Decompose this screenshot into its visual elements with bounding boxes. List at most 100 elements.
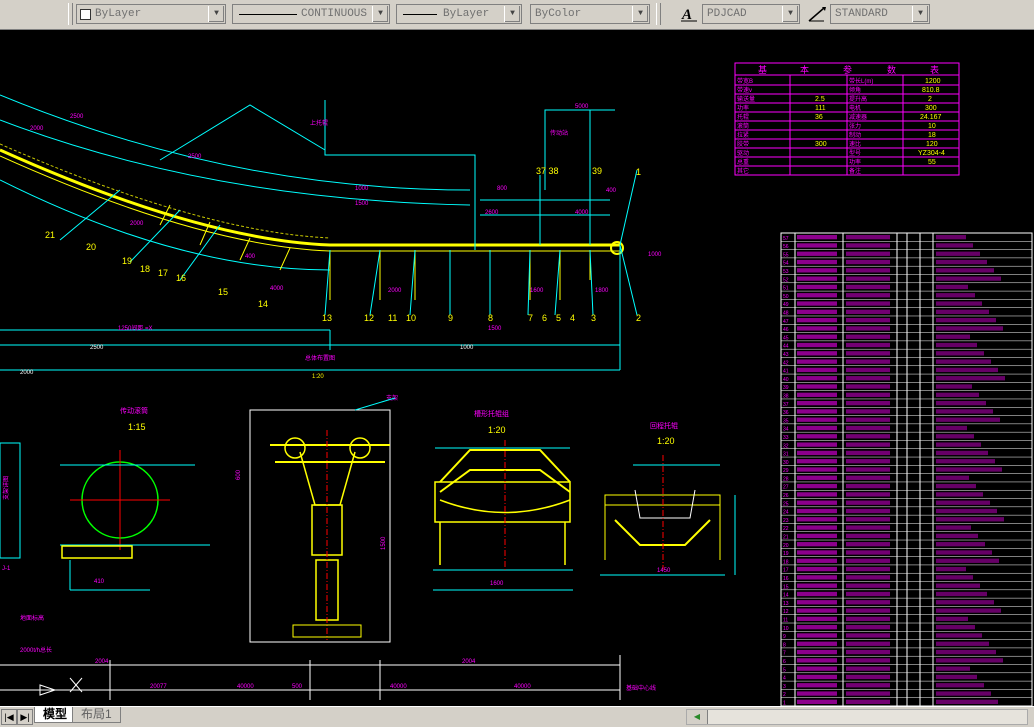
parts-row-name bbox=[846, 276, 890, 281]
parts-row-remark bbox=[936, 342, 977, 348]
parts-row-name bbox=[846, 674, 890, 680]
parts-row-name bbox=[846, 268, 890, 273]
parts-row-code bbox=[797, 284, 837, 290]
parts-row-number: 3 bbox=[783, 684, 786, 690]
parts-row-name bbox=[846, 575, 890, 580]
dim-style-icon[interactable] bbox=[806, 4, 828, 24]
parts-row-number: 12 bbox=[783, 609, 789, 615]
svg-text:1:15: 1:15 bbox=[128, 422, 146, 432]
parts-row-remark bbox=[936, 293, 975, 298]
parts-row-name bbox=[846, 409, 890, 414]
chevron-down-icon[interactable]: ▼ bbox=[782, 6, 798, 22]
svg-text:1200: 1200 bbox=[925, 78, 941, 85]
parts-row-number: 5 bbox=[783, 667, 786, 673]
parts-row-name bbox=[846, 351, 890, 356]
prev-tab-button[interactable]: ▶| bbox=[17, 709, 33, 725]
parts-row-remark bbox=[936, 434, 974, 439]
svg-text:2004: 2004 bbox=[462, 659, 476, 665]
tab-model[interactable]: 模型 bbox=[34, 707, 77, 723]
dim-style-combo[interactable]: STANDARD ▼ bbox=[830, 4, 930, 24]
parts-row-code bbox=[797, 691, 837, 696]
drive-detail: 支架 1500 600 bbox=[236, 394, 398, 643]
parts-row-remark bbox=[936, 492, 983, 497]
svg-text:4000: 4000 bbox=[270, 286, 284, 292]
svg-text:提升高: 提升高 bbox=[849, 95, 867, 103]
parts-row-name bbox=[846, 392, 890, 397]
profile-guides bbox=[0, 94, 621, 371]
svg-text:传动站: 传动站 bbox=[550, 129, 568, 137]
parts-row-code bbox=[797, 492, 837, 497]
parts-row-name bbox=[846, 492, 890, 497]
parts-row-name bbox=[846, 459, 890, 464]
parts-row-code bbox=[797, 317, 837, 323]
parts-row-name bbox=[846, 400, 890, 406]
parts-row-remark bbox=[936, 558, 999, 563]
svg-text:4: 4 bbox=[570, 313, 575, 323]
parts-row-number: 10 bbox=[783, 626, 789, 632]
parts-row-code bbox=[797, 649, 837, 655]
parts-row-remark bbox=[936, 658, 1003, 663]
svg-text:2500: 2500 bbox=[188, 154, 202, 160]
svg-text:上托辊: 上托辊 bbox=[310, 119, 328, 127]
parts-row-code bbox=[797, 450, 837, 456]
svg-text:功率: 功率 bbox=[737, 104, 749, 112]
svg-text:其它: 其它 bbox=[737, 167, 749, 175]
svg-text:J-1: J-1 bbox=[2, 566, 11, 572]
parts-row-code bbox=[797, 367, 837, 373]
svg-text:40000: 40000 bbox=[390, 684, 407, 690]
parts-row-code bbox=[797, 583, 837, 588]
parts-row-code bbox=[797, 293, 837, 298]
parts-row-number: 35 bbox=[783, 418, 789, 424]
drawing-canvas[interactable]: 13 12 11 10 9 8 7 6 5 4 3 2 1 14 15 16 1… bbox=[0, 30, 1034, 706]
parts-row-number: 29 bbox=[783, 468, 789, 474]
toolbar-grip[interactable] bbox=[68, 3, 73, 25]
lineweight-combo[interactable]: ByLayer ▼ bbox=[396, 4, 522, 24]
svg-text:800: 800 bbox=[497, 186, 508, 192]
svg-text:胶带: 胶带 bbox=[737, 140, 749, 148]
toolbar-grip[interactable] bbox=[656, 3, 661, 25]
svg-text:410: 410 bbox=[94, 579, 105, 585]
parts-row-name bbox=[846, 625, 890, 630]
parts-row-name bbox=[846, 699, 890, 704]
svg-text:支架: 支架 bbox=[386, 394, 398, 402]
svg-text:2.5: 2.5 bbox=[815, 96, 825, 103]
parts-row-code bbox=[797, 483, 837, 489]
parts-row-number: 6 bbox=[783, 659, 786, 665]
parts-row-code bbox=[797, 566, 837, 572]
parts-row-number: 54 bbox=[783, 261, 789, 267]
parts-row-code bbox=[797, 351, 837, 356]
chevron-down-icon[interactable]: ▼ bbox=[912, 6, 928, 22]
parts-row-remark bbox=[936, 409, 993, 414]
first-tab-button[interactable]: |◀ bbox=[1, 709, 17, 725]
parts-row-name bbox=[846, 608, 890, 613]
parts-row-remark bbox=[936, 533, 978, 539]
line-sample-icon bbox=[239, 14, 297, 15]
chevron-down-icon[interactable]: ▼ bbox=[504, 6, 520, 22]
text-style-combo-value: PDJCAD bbox=[707, 8, 747, 20]
parts-row-remark bbox=[936, 259, 987, 265]
svg-text:1500: 1500 bbox=[381, 536, 387, 550]
svg-text:表: 表 bbox=[930, 64, 939, 75]
svg-text:型号: 型号 bbox=[849, 149, 861, 157]
parts-row-remark bbox=[936, 309, 989, 314]
text-style-icon[interactable]: A bbox=[678, 4, 700, 24]
parts-row-remark bbox=[936, 517, 1004, 522]
parts-row-number: 50 bbox=[783, 294, 789, 300]
parts-row-number: 13 bbox=[783, 601, 789, 607]
tab-layout1[interactable]: 布局1 bbox=[72, 707, 121, 723]
linetype-combo[interactable]: CONTINUOUS ▼ bbox=[232, 4, 390, 24]
text-style-combo[interactable]: PDJCAD ▼ bbox=[702, 4, 800, 24]
parts-row-code bbox=[797, 608, 837, 613]
chevron-down-icon[interactable]: ▼ bbox=[632, 6, 648, 22]
chevron-down-icon[interactable]: ▼ bbox=[208, 6, 224, 22]
svg-text:制动: 制动 bbox=[849, 131, 861, 139]
scroll-left-icon[interactable]: ◀ bbox=[687, 710, 708, 724]
plotstyle-combo[interactable]: ByColor ▼ bbox=[530, 4, 650, 24]
horizontal-scrollbar[interactable]: ◀ bbox=[686, 709, 1028, 725]
parts-row-code bbox=[797, 517, 837, 522]
parts-row-number: 25 bbox=[783, 501, 789, 507]
parts-row-name bbox=[846, 683, 890, 688]
layer-combo[interactable]: ByLayer ▼ bbox=[76, 4, 226, 24]
chevron-down-icon[interactable]: ▼ bbox=[372, 6, 388, 22]
parts-row-code bbox=[797, 508, 837, 514]
